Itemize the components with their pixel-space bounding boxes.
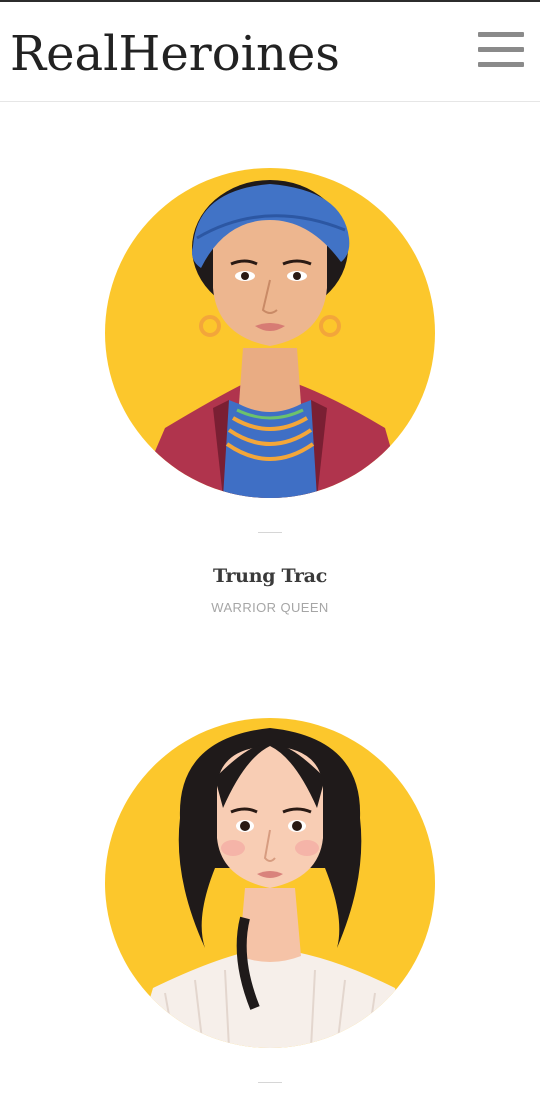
heroine-name[interactable]: Trung Trac [0,565,540,587]
logo-text-heroines: Heroines [118,26,340,82]
logo-text-real: Real [10,26,119,82]
card-divider [258,532,282,533]
heroine-portrait-image[interactable] [105,718,435,1048]
heroine-role: WARRIOR QUEEN [211,600,329,615]
hamburger-menu-icon[interactable] [478,32,524,68]
site-logo[interactable]: RealHeroines [10,24,340,84]
site-header: RealHeroines [0,2,540,102]
card-divider [258,1082,282,1083]
heroine-portrait-image[interactable] [105,168,435,498]
